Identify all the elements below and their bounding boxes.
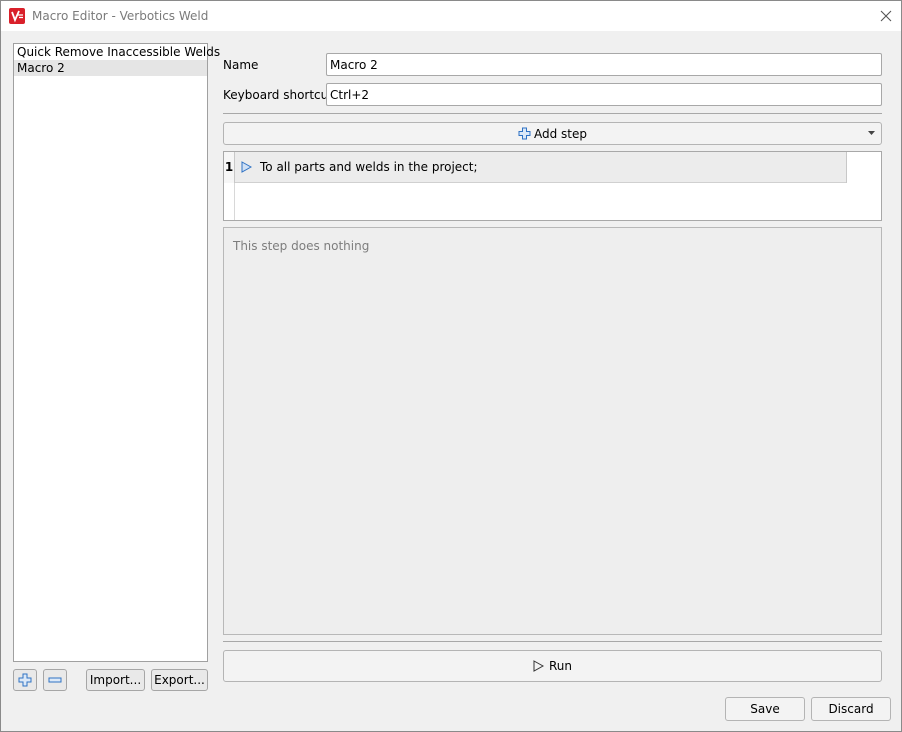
play-icon	[533, 660, 544, 672]
window-title: Macro Editor - Verbotics Weld	[32, 9, 209, 23]
add-step-label: Add step	[533, 126, 587, 141]
step-description: To all parts and welds in the project;	[260, 160, 478, 174]
step-row[interactable]: 1 To all parts and welds in the project;	[224, 152, 881, 183]
run-button[interactable]: Run	[223, 650, 882, 682]
discard-button[interactable]: Discard	[811, 697, 891, 721]
divider	[223, 113, 882, 114]
macro-list[interactable]: Quick Remove Inaccessible Welds Macro 2	[13, 43, 220, 662]
plus-icon	[18, 673, 32, 687]
export-button[interactable]: Export...	[151, 669, 208, 691]
chevron-down-icon[interactable]	[868, 131, 875, 136]
minus-icon	[48, 677, 62, 683]
keyboard-shortcut-input[interactable]	[326, 83, 882, 106]
remove-macro-button[interactable]	[43, 669, 67, 691]
step-options-cell[interactable]	[846, 152, 881, 183]
add-step-button[interactable]: Add step	[223, 122, 882, 145]
macro-list-item-selected[interactable]: Macro 2	[14, 60, 207, 76]
divider	[223, 641, 882, 642]
close-button[interactable]	[873, 5, 899, 27]
steps-table: 1 To all parts and welds in the project;	[223, 151, 882, 221]
keyboard-shortcut-label: Keyboard shortcut	[223, 88, 333, 102]
title-bar: Macro Editor - Verbotics Weld	[1, 1, 901, 31]
step-gutter	[224, 183, 235, 220]
step-detail-text: This step does nothing	[233, 239, 370, 253]
add-macro-button[interactable]	[13, 669, 37, 691]
name-input[interactable]	[326, 53, 882, 76]
name-label: Name	[223, 58, 259, 72]
close-icon	[880, 10, 892, 22]
import-button[interactable]: Import...	[86, 669, 145, 691]
play-icon[interactable]	[241, 161, 252, 173]
step-number: 1	[224, 152, 235, 183]
verbotics-logo-icon	[9, 8, 25, 24]
macro-list-item[interactable]: Quick Remove Inaccessible Welds	[14, 44, 220, 60]
plus-icon	[518, 127, 531, 140]
step-detail-panel: This step does nothing	[223, 227, 882, 635]
run-label: Run	[548, 659, 572, 673]
macro-editor-window: Macro Editor - Verbotics Weld Quick Remo…	[0, 0, 902, 732]
save-button[interactable]: Save	[725, 697, 805, 721]
